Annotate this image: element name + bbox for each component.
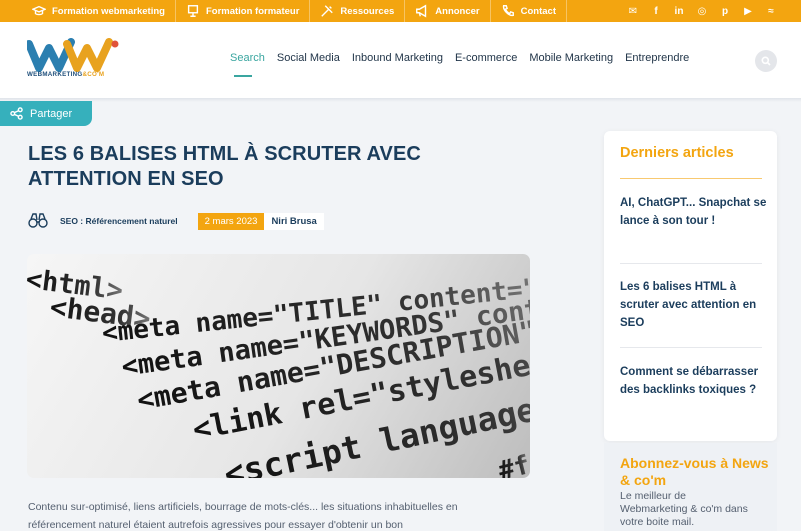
article-divider [620, 263, 762, 264]
latest-articles-widget: Derniers articles AI, ChatGPT... Snapcha… [604, 131, 777, 441]
megaphone-icon [416, 4, 427, 18]
social-links: ✉ f in ◎ p ▶ ≈ [627, 0, 801, 22]
latest-article-link[interactable]: Les 6 balises HTML à scruter avec attent… [620, 278, 768, 332]
article-meta: SEO : Référencement naturel 2 mars 2023 … [28, 210, 324, 232]
facebook-icon[interactable]: f [650, 6, 662, 17]
twitter-icon[interactable]: ◎ [696, 6, 708, 17]
topbar-item-label: Formation formateur [205, 5, 300, 17]
publish-date: 2 mars 2023 [197, 212, 265, 230]
topbar-item-ressources[interactable]: Ressources [310, 0, 406, 22]
search-button[interactable] [755, 50, 777, 72]
topbar-item-formation-formateur[interactable]: Formation formateur [176, 0, 311, 22]
topbar-item-label: Contact [520, 5, 556, 17]
nav-item-inbound-marketing[interactable]: Inbound Marketing [346, 52, 449, 64]
category-link[interactable]: SEO : Référencement naturel [60, 216, 178, 226]
header-divider [0, 98, 801, 102]
nav-active-indicator [234, 75, 252, 77]
nav-item-search[interactable]: Search [224, 52, 271, 64]
youtube-icon[interactable]: ▶ [742, 6, 754, 17]
article-title: LES 6 BALISES HTML À SCRUTER AVEC ATTENT… [28, 143, 421, 190]
logo-wordmark: WEBMARKETING&CO'M [27, 71, 105, 78]
share-button[interactable]: Partager [0, 101, 92, 126]
graduation-cap-icon [32, 5, 46, 16]
newsletter-title: Abonnez-vous à News & co'm [620, 455, 769, 488]
topbar-item-contact[interactable]: Contact [491, 0, 567, 22]
nav-item-e-commerce[interactable]: E-commerce [449, 52, 523, 64]
nav-item-mobile-marketing[interactable]: Mobile Marketing [523, 52, 619, 64]
article-divider [620, 347, 762, 348]
search-icon [761, 56, 771, 66]
nav-item-entreprendre[interactable]: Entreprendre [619, 52, 695, 64]
nav-item-social-media[interactable]: Social Media [271, 52, 346, 64]
widget-title: Derniers articles [620, 145, 734, 161]
topbar-item-formation-webmarketing[interactable]: Formation webmarketing [0, 0, 176, 22]
latest-article-link[interactable]: AI, ChatGPT... Snapchat se lance à son t… [620, 194, 768, 230]
top-bar: Formation webmarketing Formation formate… [0, 0, 801, 22]
newsletter-icon[interactable]: ✉ [627, 6, 639, 17]
pinterest-icon[interactable]: p [719, 6, 731, 17]
author-link[interactable]: Niri Brusa [264, 212, 324, 230]
share-label: Partager [30, 107, 73, 120]
topbar-item-label: Annoncer [435, 5, 480, 17]
binoculars-icon [28, 213, 48, 229]
rss-icon[interactable]: ≈ [765, 6, 777, 17]
article-excerpt: Contenu sur-optimisé, liens artificiels,… [28, 501, 458, 531]
topbar-item-label: Formation webmarketing [52, 5, 165, 17]
linkedin-icon[interactable]: in [673, 6, 685, 17]
widget-title-divider [620, 178, 762, 179]
share-icon [10, 107, 23, 120]
topbar-item-label: Ressources [340, 5, 395, 17]
site-header: WEBMARKETING&CO'M Search Social Media In… [0, 22, 801, 98]
phone-icon [502, 5, 514, 17]
html-code-illustration: <html> <head> <meta name="TITLE" content… [27, 264, 530, 478]
code-line: #f [495, 450, 530, 478]
board-icon [187, 5, 199, 17]
tools-icon [321, 5, 334, 17]
latest-article-link[interactable]: Comment se débarrasser des backlinks tox… [620, 363, 768, 399]
article-hero-image: <html> <head> <meta name="TITLE" content… [27, 254, 530, 478]
topbar-item-annoncer[interactable]: Annoncer [405, 0, 491, 22]
newsletter-widget: Abonnez-vous à News & co'm Le meilleur d… [604, 443, 777, 531]
main-nav: Search Social Media Inbound Marketing E-… [224, 52, 695, 64]
newsletter-text: Le meilleur de Webmarketing & co'm dans … [620, 490, 748, 528]
